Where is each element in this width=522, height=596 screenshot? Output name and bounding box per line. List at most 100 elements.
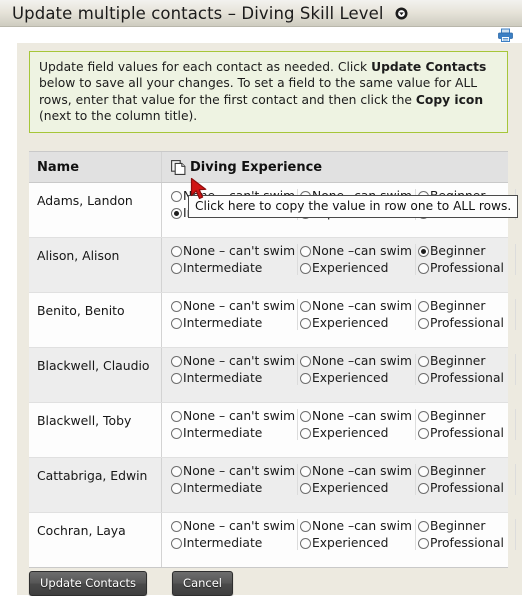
radio-button[interactable] bbox=[171, 410, 182, 422]
radio-button[interactable] bbox=[171, 482, 182, 494]
radio-option-label: Professional bbox=[430, 536, 504, 550]
radio-option[interactable]: None – can't swim bbox=[171, 409, 295, 423]
radio-option[interactable]: None – can't swim bbox=[171, 354, 296, 368]
radio-option[interactable]: Beginner bbox=[418, 354, 511, 368]
radio-option[interactable]: None –can swim bbox=[300, 354, 412, 368]
radio-option[interactable]: None –can swim bbox=[300, 299, 412, 313]
radio-button[interactable] bbox=[418, 300, 429, 312]
radio-option[interactable]: Intermediate bbox=[171, 371, 293, 385]
radio-button[interactable] bbox=[300, 465, 311, 477]
radio-option[interactable]: None –can swim bbox=[300, 409, 412, 423]
radio-option[interactable]: Beginner bbox=[418, 409, 511, 423]
circle-caret-down-icon[interactable] bbox=[395, 7, 408, 20]
radio-option[interactable]: Professional bbox=[418, 481, 511, 495]
radio-button[interactable] bbox=[171, 317, 182, 329]
radio-button[interactable] bbox=[300, 355, 311, 367]
radio-option[interactable]: Intermediate bbox=[171, 261, 293, 275]
radio-option[interactable]: Intermediate bbox=[171, 536, 293, 550]
radio-option[interactable]: Experienced bbox=[300, 316, 411, 330]
radio-option[interactable]: None –can swim bbox=[300, 244, 412, 258]
radio-button[interactable] bbox=[300, 245, 311, 257]
radio-option[interactable]: Professional bbox=[418, 371, 511, 385]
update-contacts-button[interactable]: Update Contacts bbox=[29, 571, 148, 596]
radio-button[interactable] bbox=[171, 372, 182, 384]
radio-button[interactable] bbox=[171, 262, 182, 274]
radio-button[interactable] bbox=[418, 372, 429, 384]
radio-option-label: None – can't swim bbox=[183, 354, 296, 368]
column-header-experience: Diving Experience bbox=[190, 159, 323, 175]
radio-option[interactable]: Beginner bbox=[418, 519, 511, 533]
radio-button[interactable] bbox=[300, 372, 311, 384]
radio-option-label: Intermediate bbox=[183, 371, 263, 385]
radio-button[interactable] bbox=[418, 317, 429, 329]
column-header-name: Name bbox=[29, 152, 162, 182]
radio-button[interactable] bbox=[300, 410, 311, 422]
radio-button[interactable] bbox=[300, 262, 311, 274]
radio-column: None –can swim Experienced bbox=[298, 519, 416, 550]
radio-column: None –can swim Experienced bbox=[298, 354, 416, 385]
radio-button[interactable] bbox=[171, 355, 182, 367]
radio-button[interactable] bbox=[171, 207, 182, 219]
radio-option[interactable]: Professional bbox=[418, 261, 511, 275]
radio-button[interactable] bbox=[171, 300, 182, 312]
radio-option[interactable]: None – can't swim bbox=[171, 244, 295, 258]
copy-icon[interactable] bbox=[171, 159, 186, 175]
radio-option[interactable]: Professional bbox=[418, 316, 511, 330]
radio-button[interactable] bbox=[300, 482, 311, 494]
radio-option[interactable]: Professional bbox=[418, 426, 511, 440]
radio-option-label: Beginner bbox=[430, 519, 486, 533]
table-row: Benito, Benito None – can't swim Intermedi… bbox=[29, 293, 516, 348]
radio-option[interactable]: Professional bbox=[418, 536, 511, 550]
radio-option[interactable]: Intermediate bbox=[171, 426, 293, 440]
instructions-text-part2: below to save all your changes. To set a… bbox=[39, 76, 478, 107]
radio-option[interactable]: None – can't swim bbox=[171, 464, 295, 478]
radio-button[interactable] bbox=[418, 482, 429, 494]
radio-option-label: Professional bbox=[430, 426, 504, 440]
radio-button[interactable] bbox=[171, 245, 182, 257]
printer-icon[interactable] bbox=[498, 28, 513, 42]
radio-button[interactable] bbox=[418, 262, 429, 274]
radio-button[interactable] bbox=[171, 190, 182, 202]
table-row: Cochran, Laya None – can't swim Intermedia… bbox=[29, 513, 516, 567]
cancel-button[interactable]: Cancel bbox=[172, 571, 234, 596]
radio-button[interactable] bbox=[171, 427, 182, 439]
contact-name-cell: Cattabriga, Edwin bbox=[29, 458, 162, 512]
radio-option-label: Professional bbox=[430, 371, 504, 385]
radio-option[interactable]: Experienced bbox=[300, 481, 411, 495]
radio-button[interactable] bbox=[300, 317, 311, 329]
radio-button[interactable] bbox=[300, 537, 311, 549]
radio-button[interactable] bbox=[171, 520, 182, 532]
table-row: Cattabriga, Edwin None – can't swim Interm… bbox=[29, 458, 516, 513]
radio-option[interactable]: None – can't swim bbox=[171, 299, 295, 313]
radio-option[interactable]: Beginner bbox=[418, 299, 511, 313]
radio-option[interactable]: Experienced bbox=[300, 371, 411, 385]
contact-name-cell: Alison, Alison bbox=[29, 238, 162, 292]
radio-option[interactable]: Experienced bbox=[300, 261, 411, 275]
radio-button[interactable] bbox=[418, 465, 429, 477]
radio-option[interactable]: Beginner bbox=[418, 464, 511, 478]
radio-button[interactable] bbox=[418, 410, 429, 422]
radio-button[interactable] bbox=[171, 537, 182, 549]
radio-button[interactable] bbox=[171, 465, 182, 477]
radio-button[interactable] bbox=[300, 427, 311, 439]
radio-button[interactable] bbox=[418, 427, 429, 439]
instructions-bold-update-contacts: Update Contacts bbox=[371, 60, 487, 74]
diving-experience-cell: None – can't swim Intermediate None –can s… bbox=[162, 513, 516, 567]
radio-button[interactable] bbox=[418, 537, 429, 549]
radio-option[interactable]: Experienced bbox=[300, 536, 411, 550]
radio-option[interactable]: None –can swim bbox=[300, 519, 412, 533]
radio-option[interactable]: Experienced bbox=[300, 426, 411, 440]
radio-column: None – can't swim Intermediate bbox=[171, 409, 298, 440]
radio-option[interactable]: None –can swim bbox=[300, 464, 412, 478]
radio-option[interactable]: Beginner bbox=[418, 244, 511, 258]
radio-option-label: Beginner bbox=[430, 299, 486, 313]
radio-button[interactable] bbox=[418, 520, 429, 532]
radio-button[interactable] bbox=[300, 300, 311, 312]
radio-option[interactable]: Intermediate bbox=[171, 481, 293, 495]
radio-button[interactable] bbox=[418, 245, 429, 257]
radio-column: None – can't swim Intermediate bbox=[171, 299, 298, 330]
radio-button[interactable] bbox=[300, 520, 311, 532]
radio-option[interactable]: None – can't swim bbox=[171, 519, 295, 533]
radio-button[interactable] bbox=[418, 355, 429, 367]
radio-option[interactable]: Intermediate bbox=[171, 316, 293, 330]
